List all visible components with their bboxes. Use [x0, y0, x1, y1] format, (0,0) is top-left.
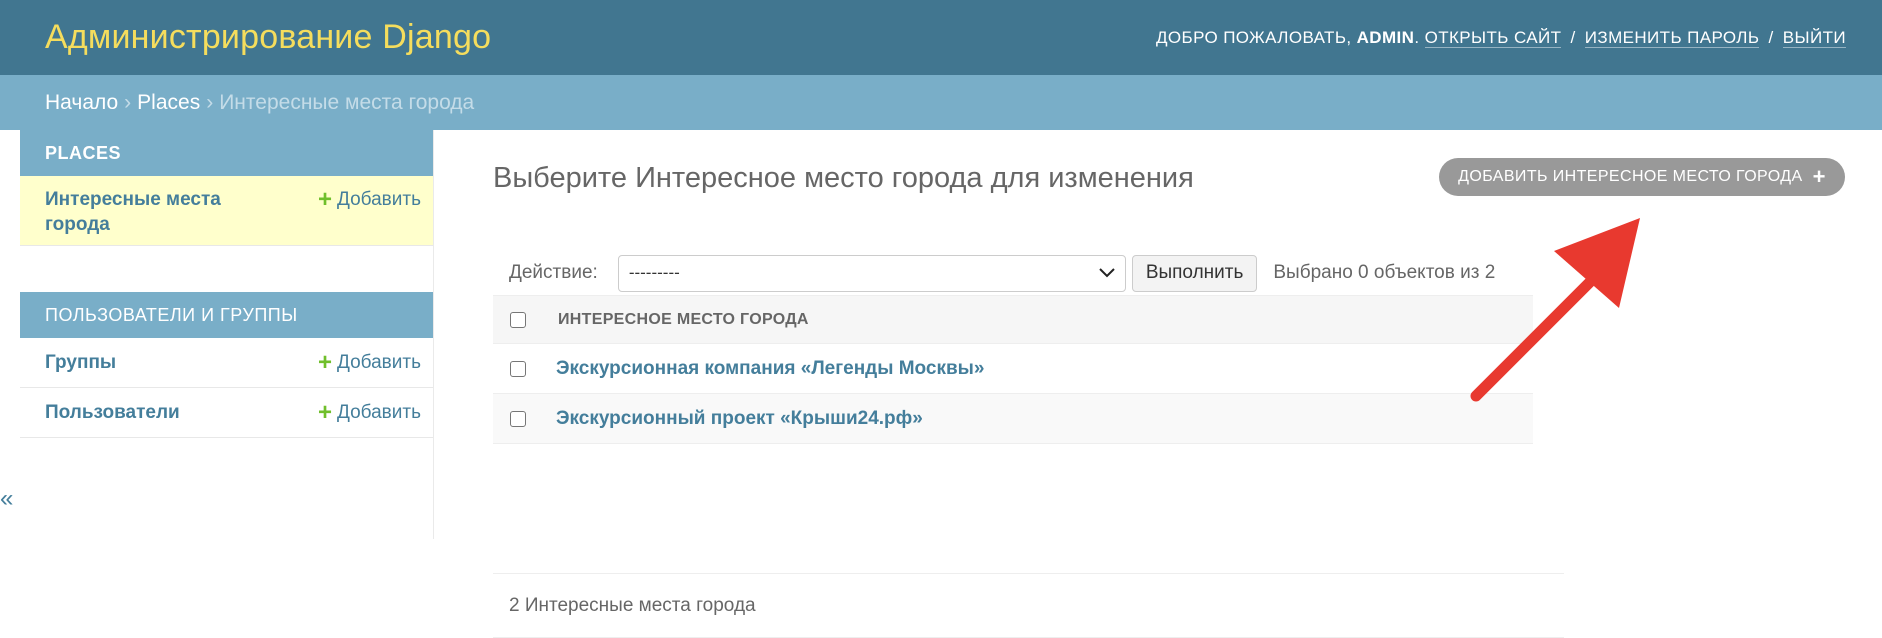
- logout-link[interactable]: Выйти: [1782, 27, 1846, 48]
- nav-sidebar: Places Интересные места города + Добавит…: [20, 130, 434, 539]
- module-caption-places[interactable]: Places: [20, 130, 433, 176]
- result-list: Интересное место города Экскурсионная ко…: [493, 295, 1533, 444]
- plus-icon: +: [318, 398, 333, 426]
- sidebar-item-link[interactable]: Пользователи: [45, 400, 260, 425]
- page-title: Выберите Интересное место города для изм…: [493, 162, 1194, 194]
- welcome-text: Добро пожаловать,: [1155, 27, 1352, 47]
- breadcrumb-app[interactable]: Places: [137, 91, 200, 115]
- add-link[interactable]: + Добавить: [318, 187, 421, 212]
- breadcrumb-separator: ›: [206, 90, 214, 114]
- view-site-link[interactable]: Открыть сайт: [1424, 27, 1562, 48]
- row-link[interactable]: Экскурсионная компания «Легенды Москвы»: [556, 358, 984, 380]
- breadcrumb-separator: ›: [124, 90, 132, 114]
- paginator: 2 Интересные места города: [493, 573, 1564, 638]
- breadcrumb-home[interactable]: Начало: [45, 91, 118, 115]
- sidebar-item-link[interactable]: Группы: [45, 350, 260, 375]
- column-header[interactable]: Интересное место города: [558, 311, 809, 329]
- breadcrumb: Начало › Places › Интересные места город…: [0, 75, 1882, 130]
- plus-icon: +: [1812, 164, 1826, 189]
- sidebar-item-places: Интересные места города + Добавить: [20, 176, 433, 246]
- add-link-label: Добавить: [337, 189, 421, 210]
- user-tools: Добро пожаловать, admin. Открыть сайт / …: [1155, 27, 1846, 48]
- sidebar-item-users: Пользователи + Добавить: [20, 388, 433, 438]
- chevron-down-icon: [1099, 268, 1115, 278]
- add-link[interactable]: + Добавить: [318, 400, 421, 425]
- add-link-label: Добавить: [337, 402, 421, 423]
- header: Администрирование Django Добро пожаловат…: [0, 0, 1882, 75]
- actions-bar: Действие: --------- Выполнить Выбрано 0 …: [493, 243, 1533, 303]
- row-checkbox[interactable]: [510, 410, 526, 427]
- table-header: Интересное место города: [493, 295, 1533, 344]
- sidebar-item-groups: Группы + Добавить: [20, 338, 433, 388]
- username: admin: [1356, 27, 1415, 47]
- action-label: Действие:: [509, 262, 598, 283]
- add-object-label: Добавить Интересное место города: [1458, 168, 1803, 185]
- add-link-label: Добавить: [337, 352, 421, 373]
- table-row: Экскурсионная компания «Легенды Москвы»: [493, 344, 1533, 394]
- add-link[interactable]: + Добавить: [318, 350, 421, 375]
- plus-icon: +: [318, 348, 333, 376]
- toggle-sidebar-button[interactable]: «: [0, 485, 13, 513]
- row-link[interactable]: Экскурсионный проект «Крыши24.рф»: [556, 408, 923, 430]
- sidebar-item-link[interactable]: Интересные места города: [45, 187, 260, 237]
- breadcrumb-current: Интересные места города: [219, 90, 475, 114]
- go-button[interactable]: Выполнить: [1131, 254, 1258, 292]
- row-checkbox[interactable]: [510, 360, 526, 377]
- action-select-value: ---------: [628, 263, 680, 282]
- change-password-link[interactable]: Изменить пароль: [1584, 27, 1760, 48]
- plus-icon: +: [318, 185, 333, 213]
- table-row: Экскурсионный проект «Крыши24.рф»: [493, 394, 1533, 444]
- site-branding[interactable]: Администрирование Django: [45, 18, 491, 57]
- add-object-button[interactable]: Добавить Интересное место города +: [1439, 158, 1845, 196]
- action-counter: Выбрано 0 объектов из 2: [1273, 262, 1496, 283]
- module-caption-auth[interactable]: Пользователи и группы: [20, 292, 433, 338]
- select-all-checkbox[interactable]: [510, 311, 526, 328]
- action-select[interactable]: ---------: [617, 254, 1126, 292]
